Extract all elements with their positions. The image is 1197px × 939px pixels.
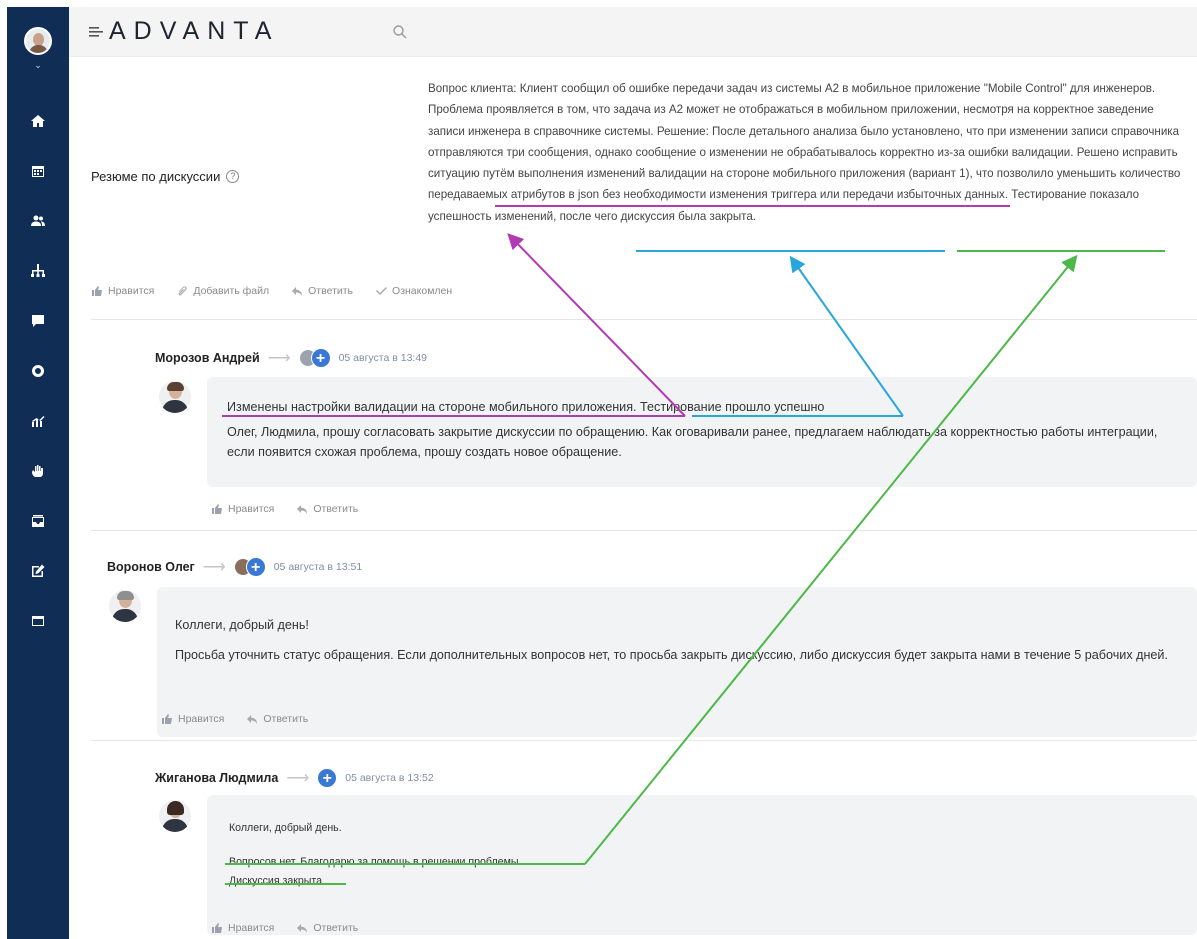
- help-icon[interactable]: ?: [226, 170, 240, 183]
- hand-icon[interactable]: [26, 461, 50, 481]
- recipients: +: [317, 768, 338, 788]
- avatar[interactable]: [159, 381, 191, 413]
- comment-header: Жиганова Людмила ⟶ + 05 августа в 13:52: [155, 768, 434, 788]
- check-icon: [376, 287, 388, 295]
- summary-label: Резюме по дискуссии ?: [91, 169, 240, 184]
- reply-button[interactable]: Ответить: [296, 503, 358, 515]
- reply-icon: [292, 287, 303, 296]
- app-logo[interactable]: ADVANTA: [109, 17, 279, 46]
- comment-date: 05 августа в 13:52: [345, 772, 434, 784]
- inbox-icon[interactable]: [26, 511, 50, 531]
- comment-bubble: Коллеги, добрый день! Просьба уточнить с…: [157, 587, 1197, 737]
- comment-actions: Нравится Ответить: [161, 713, 308, 725]
- user-avatar[interactable]: [24, 27, 52, 55]
- paperclip-icon: [178, 286, 187, 296]
- thumbs-up-icon: [212, 504, 222, 514]
- like-label: Нравится: [228, 503, 275, 515]
- comment-text: Коллеги, добрый день!: [175, 618, 309, 632]
- thumbs-up-icon: [92, 286, 102, 296]
- search-icon[interactable]: [392, 24, 408, 40]
- topbar: ADVANTA: [69, 7, 1197, 57]
- add-recipient-button[interactable]: +: [245, 557, 266, 577]
- sidebar: ⌄: [7, 7, 69, 939]
- avatar[interactable]: [159, 800, 191, 832]
- reply-label: Ответить: [313, 503, 359, 515]
- attach-label: Добавить файл: [193, 285, 270, 297]
- chart-icon[interactable]: [26, 411, 50, 431]
- like-button[interactable]: Нравится: [161, 713, 224, 725]
- arrow-right-icon: ⟶: [202, 559, 226, 576]
- comment-text: Изменены настройки валидации на стороне …: [227, 400, 825, 414]
- comment-text: Олег, Людмила, прошу согласовать закрыти…: [227, 425, 1158, 459]
- comment-date: 05 августа в 13:49: [338, 352, 428, 364]
- author-name[interactable]: Жиганова Людмила: [155, 771, 278, 785]
- comment-text: Коллеги, добрый день.: [229, 822, 342, 834]
- discussion-content: Резюме по дискуссии ? Вопрос клиента: Кл…: [69, 57, 1197, 939]
- recipients: +: [298, 348, 331, 368]
- chevron-down-icon[interactable]: ⌄: [32, 60, 44, 70]
- add-recipient-button[interactable]: +: [310, 348, 331, 368]
- acknowledge-button[interactable]: Ознакомлен: [375, 285, 452, 297]
- arrow-right-icon: ⟶: [267, 350, 291, 367]
- like-label: Нравится: [228, 922, 275, 934]
- calendar-icon[interactable]: [26, 161, 50, 181]
- arrow-right-icon: ⟶: [286, 770, 310, 787]
- like-button[interactable]: Нравится: [211, 503, 274, 515]
- reply-label: Ответить: [263, 713, 309, 725]
- reply-label: Ответить: [313, 922, 359, 934]
- author-name[interactable]: Воронов Олег: [107, 560, 195, 574]
- comment-date: 05 августа в 13:51: [273, 561, 363, 573]
- summary-actions: Нравится Добавить файл Ответить Ознакомл…: [91, 285, 452, 297]
- divider: [91, 740, 1197, 741]
- home-icon[interactable]: [26, 111, 50, 131]
- like-label: Нравится: [108, 285, 155, 297]
- comment-text: Просьба уточнить статус обращения. Если …: [175, 648, 1168, 662]
- reply-button[interactable]: Ответить: [291, 285, 353, 297]
- edit-icon[interactable]: [26, 561, 50, 581]
- org-structure-icon[interactable]: [26, 261, 50, 281]
- comment-header: Морозов Андрей ⟶ + 05 августа в 13:49: [155, 348, 427, 368]
- divider: [91, 530, 1197, 531]
- like-button[interactable]: Нравится: [211, 922, 274, 934]
- summary-label-text: Резюме по дискуссии: [91, 169, 221, 184]
- comment-actions: Нравится Ответить: [211, 503, 358, 515]
- circle-icon[interactable]: [26, 361, 50, 381]
- reply-icon: [297, 505, 308, 514]
- page: ⌄ ADVANTA Резюме по дискуссии ? Вопрос к…: [7, 7, 1197, 939]
- add-recipient-button[interactable]: +: [317, 768, 338, 788]
- comment-bubble: Коллеги, добрый день. Вопросов нет. Благ…: [207, 795, 1197, 935]
- avatar[interactable]: [109, 590, 141, 622]
- recipients: +: [233, 557, 266, 577]
- comment-header: Воронов Олег ⟶ + 05 августа в 13:51: [107, 557, 362, 577]
- menu-icon[interactable]: [89, 26, 105, 38]
- chat-icon[interactable]: [26, 311, 50, 331]
- attach-file-button[interactable]: Добавить файл: [176, 285, 269, 297]
- users-icon[interactable]: [26, 211, 50, 231]
- thumbs-up-icon: [212, 923, 222, 933]
- reply-icon: [247, 715, 258, 724]
- reply-button[interactable]: Ответить: [296, 922, 358, 934]
- reply-label: Ответить: [308, 285, 354, 297]
- reply-button[interactable]: Ответить: [246, 713, 308, 725]
- summary-text: Вопрос клиента: Клиент сообщил об ошибке…: [428, 82, 1181, 223]
- ack-label: Ознакомлен: [392, 285, 453, 297]
- like-button[interactable]: Нравится: [91, 285, 154, 297]
- comment-bubble: Изменены настройки валидации на стороне …: [207, 377, 1197, 487]
- like-label: Нравится: [178, 713, 225, 725]
- comment-text: Вопросов нет. Благодарю за помощь в реше…: [229, 856, 522, 868]
- thumbs-up-icon: [162, 714, 172, 724]
- window-icon[interactable]: [26, 611, 50, 631]
- reply-icon: [297, 924, 308, 933]
- divider: [91, 319, 1197, 320]
- comment-text: Дискуссия закрыта: [229, 875, 323, 887]
- comment-actions: Нравится Ответить: [211, 922, 358, 934]
- author-name[interactable]: Морозов Андрей: [155, 351, 260, 365]
